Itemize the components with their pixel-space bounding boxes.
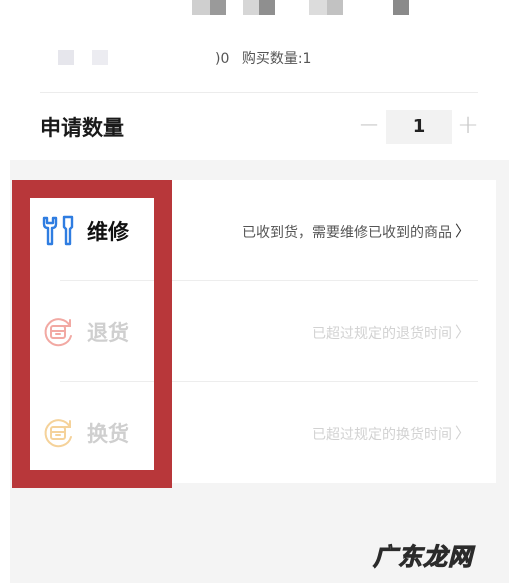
service-description: 已收到货，需要维修已收到的商品 (242, 225, 452, 241)
chevron-right-icon: 〉 (454, 424, 470, 442)
blurred-thumbnail (309, 0, 327, 15)
service-description: 已超过规定的换货时间 (312, 427, 452, 443)
return-service-page: )0 购买数量:1 申请数量 − 1 + 维修 已收到货，需要维修已收到的商品 … (0, 0, 511, 583)
blurred-spec-tag (92, 50, 108, 65)
exchange-refresh-icon (40, 415, 76, 451)
quantity-decrease-button[interactable]: − (357, 110, 381, 140)
service-title: 换货 (87, 422, 129, 446)
apply-quantity-label: 申请数量 (40, 116, 124, 140)
chevron-right-icon: 〉 (454, 323, 470, 341)
wrench-screwdriver-icon (40, 213, 76, 249)
quantity-increase-button[interactable]: + (456, 110, 480, 140)
price-fragment: )0 (215, 51, 230, 67)
service-description: 已超过规定的退货时间 (312, 326, 452, 342)
blurred-thumbnail (393, 0, 409, 15)
blurred-thumbnail (327, 0, 343, 15)
blurred-thumbnail (259, 0, 275, 15)
quantity-value[interactable]: 1 (386, 110, 452, 144)
service-option-repair[interactable]: 维修 已收到货，需要维修已收到的商品 〉 (30, 180, 496, 280)
chevron-right-icon: 〉 (454, 222, 470, 240)
service-option-return[interactable]: 退货 已超过规定的退货时间 〉 (30, 281, 496, 381)
blurred-thumbnail (210, 0, 226, 15)
watermark-text: 广东龙网 (373, 543, 473, 572)
blurred-spec-tag (58, 50, 74, 65)
return-refresh-icon (40, 314, 76, 350)
product-summary: )0 购买数量:1 申请数量 − 1 + (0, 0, 511, 160)
blurred-thumbnail (243, 0, 259, 15)
purchase-quantity: 购买数量:1 (241, 51, 312, 67)
service-type-list: 维修 已收到货，需要维修已收到的商品 〉 退货 已超过规定的退货时间 〉 换货 … (30, 180, 496, 483)
blurred-thumbnail (192, 0, 210, 15)
service-option-exchange[interactable]: 换货 已超过规定的换货时间 〉 (30, 382, 496, 482)
divider (40, 92, 478, 93)
price-qty-line: )0 购买数量:1 (215, 48, 311, 68)
service-title: 退货 (87, 321, 129, 345)
service-title: 维修 (87, 220, 129, 244)
